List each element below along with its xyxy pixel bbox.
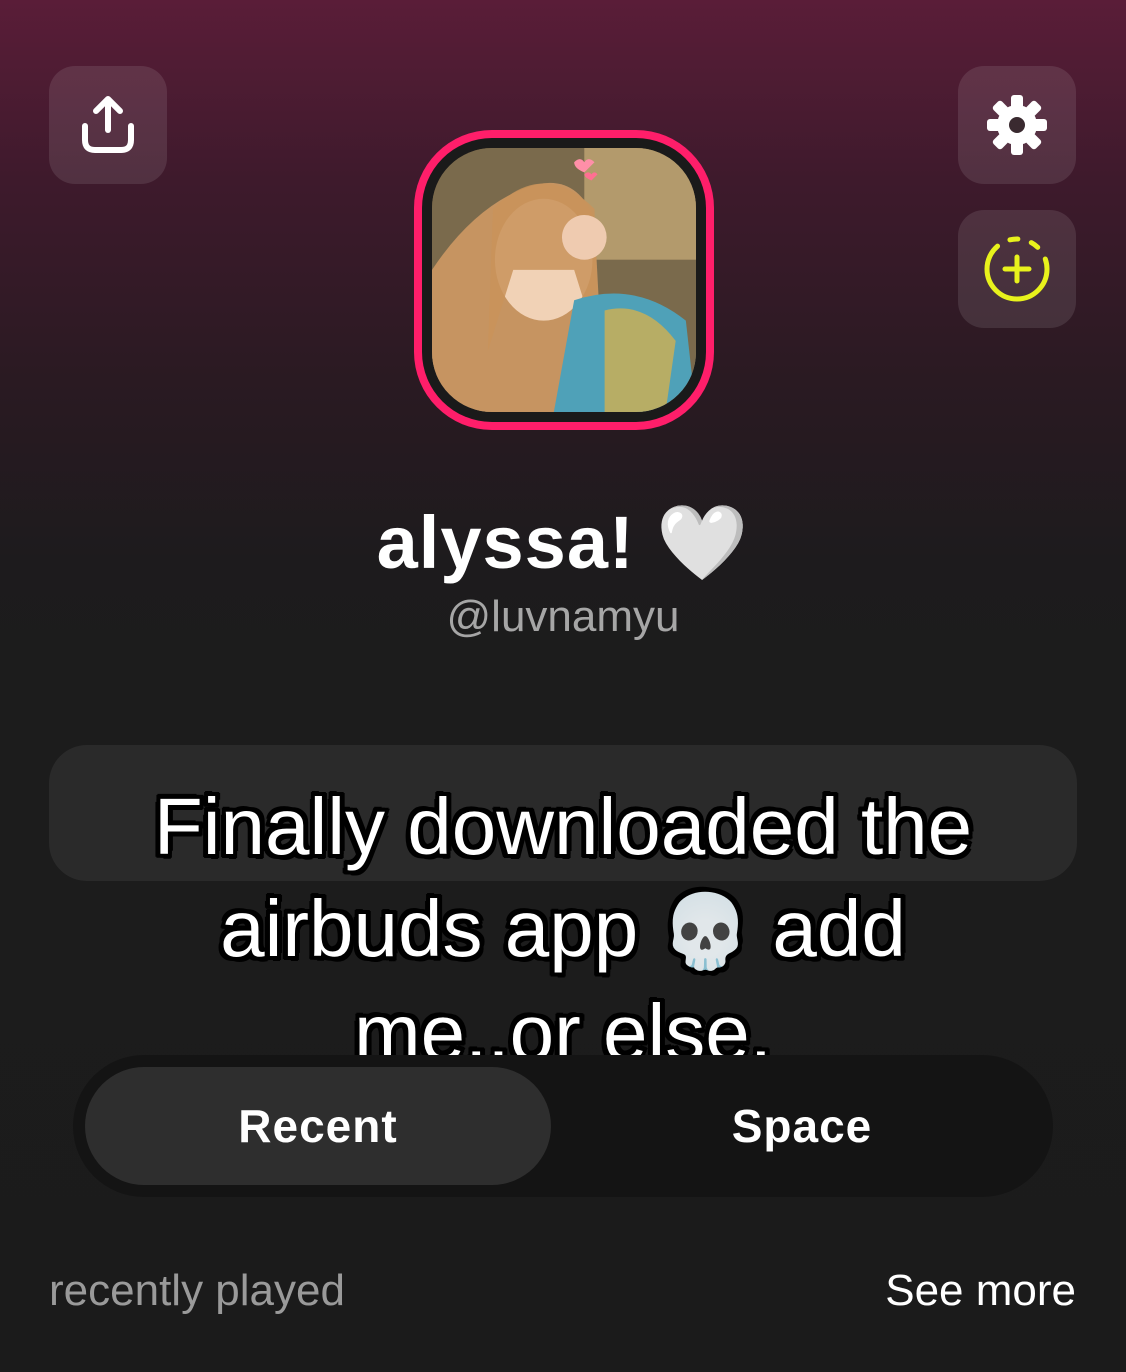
share-button[interactable] [49, 66, 167, 184]
tab-space[interactable]: Space [563, 1067, 1041, 1185]
profile-tabs: Recent Space [73, 1055, 1053, 1197]
avatar-photo [432, 148, 696, 412]
video-caption-overlay: Finally downloaded the airbuds app 💀 add… [153, 782, 973, 1077]
share-upload-icon [82, 96, 134, 153]
display-name: alyssa! 🤍 [376, 501, 750, 584]
tab-recent[interactable]: Recent [85, 1067, 551, 1185]
avatar-image [432, 148, 696, 412]
see-more-link[interactable]: See more [885, 1266, 1076, 1316]
add-story-icon [984, 236, 1050, 302]
white-heart-icon: 🤍 [656, 501, 750, 584]
add-story-button[interactable] [958, 210, 1076, 328]
recently-played-title: recently played [49, 1266, 345, 1315]
gear-icon [987, 95, 1047, 155]
settings-button[interactable] [958, 66, 1076, 184]
username: @luvnamyu [446, 592, 680, 641]
skull-icon: 💀 [660, 889, 751, 973]
profile-avatar[interactable] [414, 130, 714, 430]
